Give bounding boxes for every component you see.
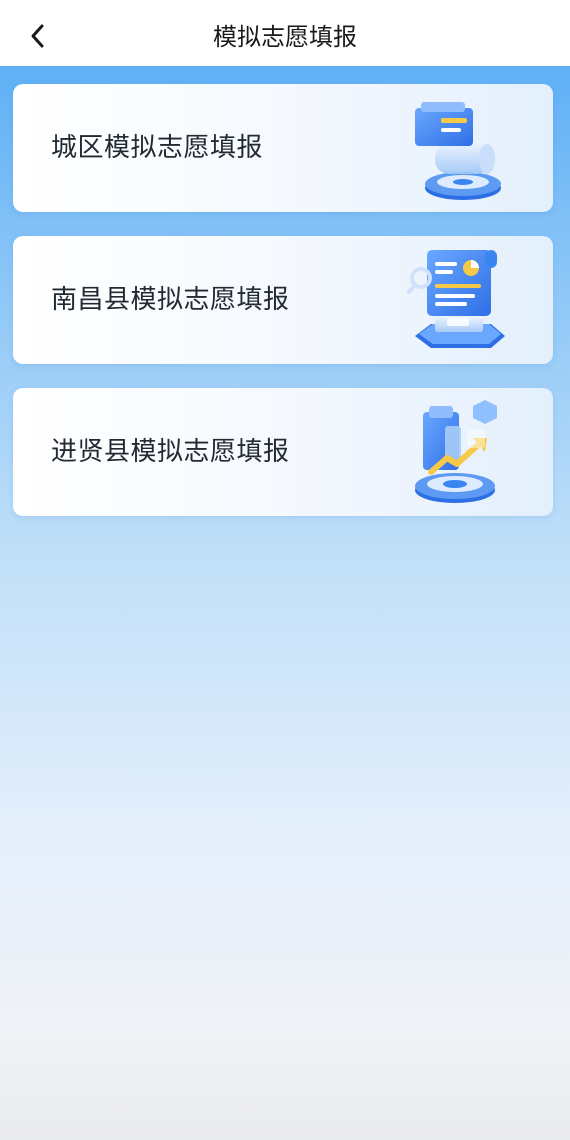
- option-card-city[interactable]: 城区模拟志愿填报: [13, 84, 553, 212]
- option-label: 南昌县模拟志愿填报: [51, 285, 290, 315]
- document-stack-icon: [415, 102, 501, 200]
- option-label: 城区模拟志愿填报: [51, 133, 264, 163]
- report-scroll-icon: [407, 250, 505, 348]
- top-bar: 模拟志愿填报: [0, 0, 570, 66]
- option-card-jinxian[interactable]: 进贤县模拟志愿填报: [13, 388, 553, 516]
- growth-chart-icon: [415, 400, 497, 503]
- option-card-nanchang[interactable]: 南昌县模拟志愿填报: [13, 236, 553, 364]
- option-label: 进贤县模拟志愿填报: [51, 437, 290, 467]
- content-area: 城区模拟志愿填报 南昌县模拟志愿填报 进贤县模拟志愿填报: [0, 66, 570, 1140]
- page-title: 模拟志愿填报: [213, 23, 357, 51]
